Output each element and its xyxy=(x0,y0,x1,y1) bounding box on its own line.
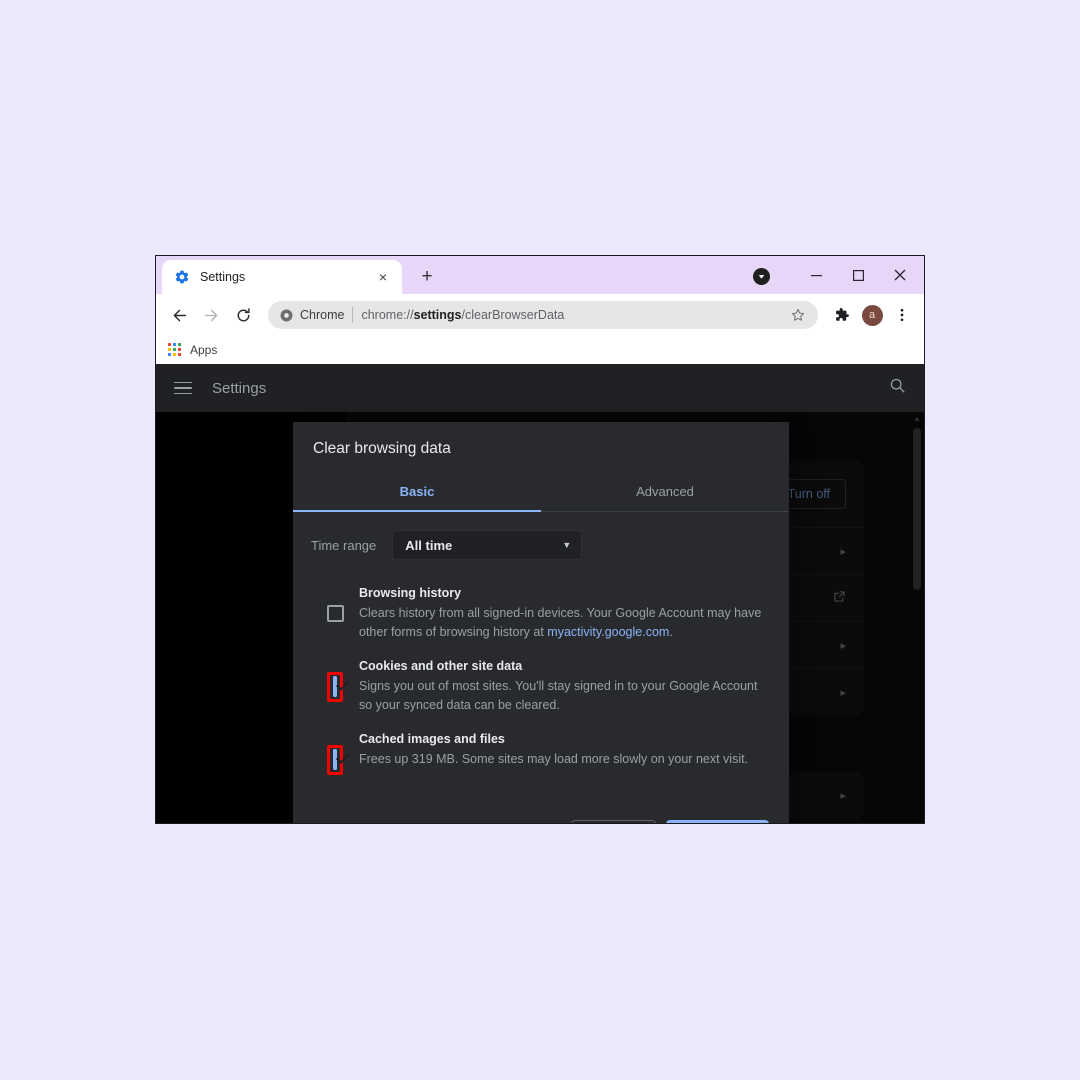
option-text: Browsing history Clears history from all… xyxy=(359,586,771,643)
browser-tab[interactable]: Settings × xyxy=(162,260,402,294)
url-text: chrome://settings/clearBrowserData xyxy=(361,308,780,322)
address-bar[interactable]: Chrome chrome://settings/clearBrowserDat… xyxy=(268,301,818,329)
apps-grid-icon[interactable] xyxy=(168,343,182,357)
clear-data-button[interactable]: Clear data xyxy=(666,820,769,823)
highlight-box-cache xyxy=(327,744,343,775)
cancel-button[interactable]: Cancel xyxy=(571,820,657,823)
tab-basic[interactable]: Basic xyxy=(293,472,541,512)
option-title: Cached images and files xyxy=(359,731,505,746)
clear-browsing-data-dialog: Clear browsing data Basic Advanced Time … xyxy=(293,422,789,823)
chrome-icon xyxy=(280,309,293,321)
omnibox-chip-label: Chrome xyxy=(300,308,345,322)
dialog-footer: Cancel Clear data xyxy=(293,820,789,823)
checkbox-cell xyxy=(311,732,359,775)
chevron-down-icon: ▼ xyxy=(562,540,572,550)
minimize-button[interactable] xyxy=(796,257,836,293)
time-range-label: Time range xyxy=(311,537,377,553)
search-icon[interactable] xyxy=(889,377,906,399)
checkbox-browsing-history[interactable] xyxy=(326,605,344,622)
profile-initial: a xyxy=(861,304,883,326)
checkbox-cookies-and-site-data[interactable] xyxy=(333,675,337,697)
option-browsing-history[interactable]: Browsing history Clears history from all… xyxy=(311,582,771,655)
option-cookies-and-site-data[interactable]: Cookies and other site data Signs you ou… xyxy=(311,655,771,728)
gear-icon xyxy=(174,269,190,285)
new-tab-button[interactable]: + xyxy=(416,265,438,287)
option-description: Clears history from all signed-in device… xyxy=(359,604,765,643)
browser-toolbar: Chrome chrome://settings/clearBrowserDat… xyxy=(156,294,924,336)
option-desc-tail: . xyxy=(669,625,673,640)
download-indicator-icon[interactable] xyxy=(753,267,770,285)
browser-window: Settings × + Chrome chrome://settings/cl… xyxy=(155,255,925,824)
time-range-select[interactable]: All time ▼ xyxy=(392,530,583,560)
hamburger-icon[interactable] xyxy=(174,381,192,395)
url-path: /clearBrowserData xyxy=(461,308,565,322)
time-range-value: All time xyxy=(405,537,453,553)
close-icon[interactable]: × xyxy=(374,268,392,286)
extensions-icon[interactable] xyxy=(828,301,856,329)
reload-button[interactable] xyxy=(228,300,258,330)
avatar[interactable]: a xyxy=(858,301,886,329)
url-prefix: chrome:// xyxy=(361,308,414,322)
bookmarks-bar: Apps xyxy=(156,336,924,364)
tab-advanced[interactable]: Advanced xyxy=(541,472,789,512)
back-button[interactable] xyxy=(164,300,194,330)
checkbox-cached-images-and-files[interactable] xyxy=(333,748,337,770)
tab-strip: Settings × + xyxy=(156,256,924,294)
dialog-tabs: Basic Advanced xyxy=(293,472,789,512)
maximize-button[interactable] xyxy=(838,257,878,293)
option-title: Browsing history xyxy=(359,586,462,600)
settings-body: You and Google a abdou Sync is on xyxy=(156,412,924,823)
forward-button[interactable] xyxy=(196,300,226,330)
dialog-body: Time range All time ▼ Browsing history C… xyxy=(293,512,789,820)
option-description: Signs you out of most sites. You'll stay… xyxy=(359,678,758,713)
close-window-button[interactable] xyxy=(880,257,920,293)
settings-page: Settings You and Google a xyxy=(156,364,924,823)
myactivity-link[interactable]: myactivity.google.com xyxy=(547,625,669,639)
settings-header: Settings xyxy=(156,364,924,412)
checkbox-cell xyxy=(311,659,359,702)
bookmark-star-icon[interactable] xyxy=(788,305,808,325)
apps-bookmark-label[interactable]: Apps xyxy=(190,343,217,357)
option-description: Frees up 319 MB. Some sites may load mor… xyxy=(359,751,749,766)
time-range-row: Time range All time ▼ xyxy=(311,530,771,560)
option-text: Cached images and files Frees up 319 MB.… xyxy=(359,732,771,769)
option-title: Cookies and other site data xyxy=(359,658,523,673)
browser-menu-button[interactable] xyxy=(888,301,916,329)
omnibox-chip: Chrome xyxy=(280,308,344,322)
active-tab-indicator xyxy=(293,510,541,512)
window-controls xyxy=(753,256,924,294)
option-cached-images-and-files[interactable]: Cached images and files Frees up 319 MB.… xyxy=(311,728,771,787)
checkbox-cell xyxy=(311,586,359,622)
dialog-title: Clear browsing data xyxy=(313,440,451,457)
tab-title: Settings xyxy=(200,270,246,284)
highlight-box-cookies xyxy=(327,671,343,702)
page-title: Settings xyxy=(212,379,267,397)
omnibox-divider xyxy=(352,307,354,323)
url-host: settings xyxy=(413,308,462,322)
option-text: Cookies and other site data Signs you ou… xyxy=(359,659,771,716)
